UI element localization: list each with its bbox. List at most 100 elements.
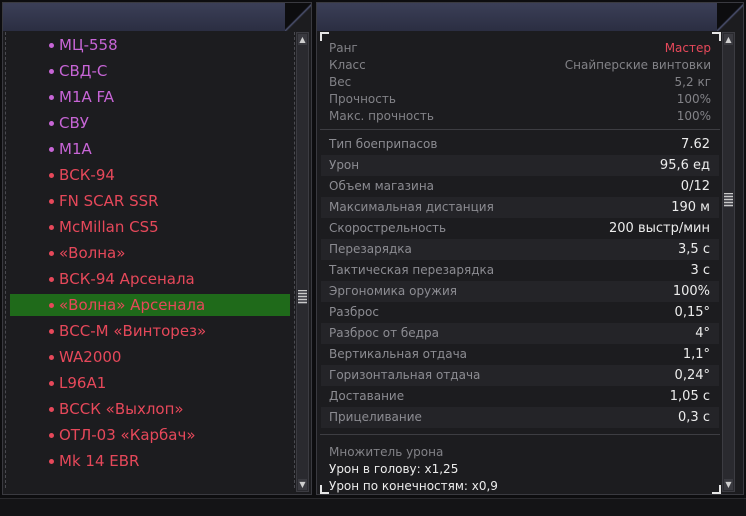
bullet-dot-icon <box>49 407 54 412</box>
bullet-dot-icon <box>49 355 54 360</box>
weapon-name: ОТЛ-03 «Карбач» <box>59 426 196 444</box>
scroll-up-icon[interactable]: ▲ <box>724 34 733 45</box>
weapon-list-item[interactable]: МЦ-558 <box>10 34 290 56</box>
stat-label: Объем магазина <box>329 179 435 193</box>
info-rank: Ранг Мастер <box>329 40 711 57</box>
stat-value: 95,6 ед <box>659 158 710 173</box>
weapon-list-item[interactable]: ВССК «Выхлоп» <box>10 398 290 420</box>
weapon-list-item[interactable]: СВД-С <box>10 60 290 82</box>
info-value: 5,2 кг <box>674 75 711 89</box>
scroll-thumb[interactable] <box>724 193 733 207</box>
info-label: Класс <box>329 58 366 72</box>
bullet-dot-icon <box>49 329 54 334</box>
weapon-list-item[interactable]: ВСК-94 Арсенала <box>10 268 290 290</box>
weapon-list-item[interactable]: FN SCAR SSR <box>10 190 290 212</box>
stat-label: Перезарядка <box>329 242 412 256</box>
stat-label: Разброс от бедра <box>329 326 439 340</box>
bullet-dot-icon <box>49 225 54 230</box>
stat-row: Доставание 1,05 с <box>321 386 719 407</box>
head-multiplier: Урон в голову: x1,25 <box>329 462 459 476</box>
stat-label: Вертикальная отдача <box>329 347 468 361</box>
info-value: 100% <box>676 92 711 106</box>
info-max-durability: Макс. прочность 100% <box>329 108 711 125</box>
weapon-list-item[interactable]: ВСК-94 <box>10 164 290 186</box>
info-label: Прочность <box>329 92 396 106</box>
weapon-name: «Волна» <box>59 244 126 262</box>
weapon-stats-header <box>317 3 743 31</box>
weapon-name: ВСК-94 <box>59 166 115 184</box>
stat-value: 4° <box>695 326 710 341</box>
bullet-dot-icon <box>49 43 54 48</box>
weapon-list-item[interactable]: «Волна» Арсенала <box>10 294 290 316</box>
weapon-name: FN SCAR SSR <box>59 192 159 210</box>
bullet-dot-icon <box>49 69 54 74</box>
scroll-down-icon[interactable]: ▼ <box>298 479 307 490</box>
weapon-list-item[interactable]: СВУ <box>10 112 290 134</box>
stat-label: Урон <box>329 158 360 172</box>
stat-row: Тактическая перезарядка 3 с <box>321 260 719 281</box>
damage-multiplier-title: Множитель урона <box>329 445 444 459</box>
weapon-stats-scrollbar[interactable]: ▲ ▼ <box>722 32 735 492</box>
stat-label: Скорострельность <box>329 221 447 235</box>
weapon-name: M1A FA <box>59 88 115 106</box>
stat-row: Горизонтальная отдача 0,24° <box>321 365 719 386</box>
bullet-dot-icon <box>49 277 54 282</box>
bullet-dot-icon <box>49 251 54 256</box>
stat-row: Перезарядка 3,5 с <box>321 239 719 260</box>
weapon-name: L96A1 <box>59 374 107 392</box>
weapon-name: «Волна» Арсенала <box>59 296 206 314</box>
weapon-list-item[interactable]: McMillan CS5 <box>10 216 290 238</box>
stat-value: 0,3 с <box>678 410 710 425</box>
weapon-list-item[interactable]: WA2000 <box>10 346 290 368</box>
info-value: Мастер <box>664 41 711 55</box>
weapon-name: McMillan CS5 <box>59 218 159 236</box>
weapon-list-item[interactable]: ОТЛ-03 «Карбач» <box>10 424 290 446</box>
bullet-dot-icon <box>49 433 54 438</box>
weapon-list-item[interactable]: Mk 14 EBR <box>10 450 290 472</box>
stat-row: Вертикальная отдача 1,1° <box>321 344 719 365</box>
stat-row: Урон 95,6 ед <box>321 155 719 176</box>
header-corner-decoration <box>717 3 743 31</box>
weapon-list-item[interactable]: L96A1 <box>10 372 290 394</box>
bullet-dot-icon <box>49 147 54 152</box>
stat-row: Прицеливание 0,3 с <box>321 407 719 428</box>
stat-value: 100% <box>672 284 710 299</box>
stat-value: 200 выстр/мин <box>609 221 710 236</box>
info-label: Макс. прочность <box>329 109 434 123</box>
stat-value: 0/12 <box>680 179 710 194</box>
stat-label: Максимальная дистанция <box>329 200 494 214</box>
weapon-list-item[interactable]: M1A <box>10 138 290 160</box>
stat-value: 1,05 с <box>669 389 710 404</box>
scroll-up-icon[interactable]: ▲ <box>298 34 307 45</box>
weapon-list-item[interactable]: ВСС-М «Винторез» <box>10 320 290 342</box>
scroll-down-icon[interactable]: ▼ <box>724 479 733 490</box>
bullet-dot-icon <box>49 173 54 178</box>
frame-corner <box>712 32 721 41</box>
weapon-name: ВСС-М «Винторез» <box>59 322 207 340</box>
weapon-list-scrollbar[interactable]: ▲ ▼ <box>296 32 309 492</box>
stat-value: 0,15° <box>674 305 710 320</box>
scroll-thumb[interactable] <box>298 290 307 304</box>
stat-value: 190 м <box>671 200 710 215</box>
stat-label: Эргономика оружия <box>329 284 457 298</box>
weapon-name: СВД-С <box>59 62 108 80</box>
bullet-dot-icon <box>49 199 54 204</box>
weapon-list-item[interactable]: M1A FA <box>10 86 290 108</box>
stat-label: Тип боеприпасов <box>329 137 438 151</box>
stat-row: Объем магазина 0/12 <box>321 176 719 197</box>
stat-label: Доставание <box>329 389 405 403</box>
bullet-dot-icon <box>49 459 54 464</box>
weapon-name: WA2000 <box>59 348 122 366</box>
frame-corner <box>320 485 329 494</box>
frame-corner <box>712 485 721 494</box>
stat-label: Прицеливание <box>329 410 422 424</box>
weapon-list-item[interactable]: «Волна» <box>10 242 290 264</box>
stats-frame: Ранг Мастер Класс Снайперские винтовки В… <box>320 32 721 494</box>
frame-corner <box>320 32 329 41</box>
divider <box>320 129 720 130</box>
weapon-list-header <box>3 3 311 31</box>
header-corner-decoration <box>285 3 311 31</box>
info-label: Вес <box>329 75 352 89</box>
limb-multiplier: Урон по конечностям: x0,9 <box>329 479 498 493</box>
divider <box>320 434 720 435</box>
